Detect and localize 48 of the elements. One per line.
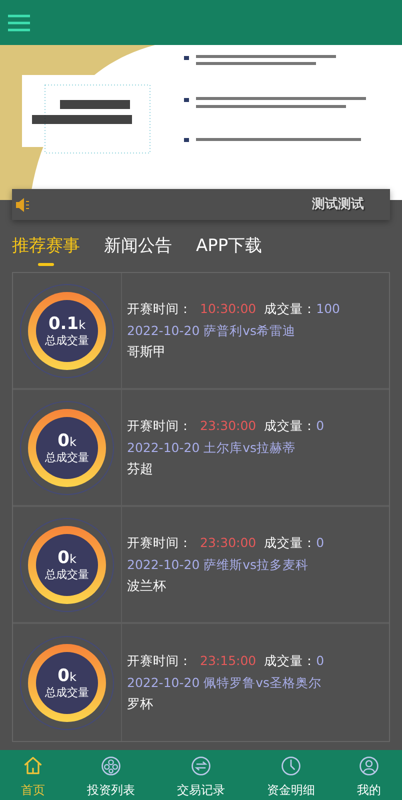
ball-icon[interactable] (100, 755, 122, 777)
total-value: 0k (58, 432, 76, 450)
exchange-icon[interactable] (190, 755, 212, 777)
total-value: 0k (58, 666, 76, 686)
volume-label: 成交量： (264, 300, 316, 318)
nav-tab[interactable]: 交易记录 (177, 777, 225, 800)
league-name: 波兰杯 (127, 578, 166, 596)
home-icon[interactable] (22, 755, 44, 777)
total-label: 总成交量 (45, 568, 89, 580)
menu-icon[interactable] (8, 14, 30, 32)
fixture-text: 2022-10-20 佩特罗鲁vs圣格奥尔 (127, 674, 322, 692)
nav-tab[interactable]: 我的 (357, 777, 381, 800)
volume-label: 成交量： (264, 652, 316, 670)
time-label: 开赛时间： (127, 300, 192, 318)
total-label: 总成交量 (45, 334, 89, 346)
total-label: 总成交量 (45, 686, 89, 698)
league-name: 罗杯 (127, 696, 153, 714)
start-time: 23:30:00 (200, 534, 256, 552)
time-label: 开赛时间： (127, 534, 192, 552)
fixture-text: 2022-10-20 土尔库vs拉赫蒂 (127, 438, 296, 456)
fixture-text: 2022-10-20 萨维斯vs拉多麦科 (127, 556, 309, 574)
volume-label: 成交量： (264, 534, 316, 552)
time-label: 开赛时间： (127, 652, 192, 670)
total-label: 总成交量 (45, 450, 89, 464)
volume-value: 0 (316, 416, 324, 434)
league-name: 芬超 (127, 460, 153, 478)
nav-tab[interactable]: 资金明细 (267, 777, 315, 800)
total-value: 0k (58, 548, 76, 568)
league-name: 哥斯甲 (127, 344, 166, 362)
start-time: 10:30:00 (200, 300, 256, 318)
volume-label: 成交量： (264, 416, 316, 434)
nav-tab[interactable]: 首页 (21, 777, 45, 800)
speaker-icon (16, 198, 30, 212)
tab[interactable]: APP下载 (196, 234, 262, 266)
volume-value: 0 (316, 534, 324, 552)
tab[interactable]: 推荐赛事 (12, 234, 80, 266)
tab[interactable]: 新闻公告 (104, 234, 172, 266)
total-value: 0.1k (48, 314, 86, 334)
fixture-text: 2022-10-20 萨普利vs希雷迪 (127, 322, 296, 340)
start-time: 23:15:00 (200, 652, 256, 670)
volume-value: 100 (316, 300, 340, 318)
volume-value: 0 (316, 652, 324, 670)
clock-icon[interactable] (280, 755, 302, 777)
start-time: 23:30:00 (200, 416, 256, 434)
nav-tab[interactable]: 投资列表 (87, 777, 135, 800)
time-label: 开赛时间： (127, 416, 192, 434)
notice-text: 测试测试 (312, 196, 364, 214)
user-icon[interactable] (358, 755, 380, 777)
